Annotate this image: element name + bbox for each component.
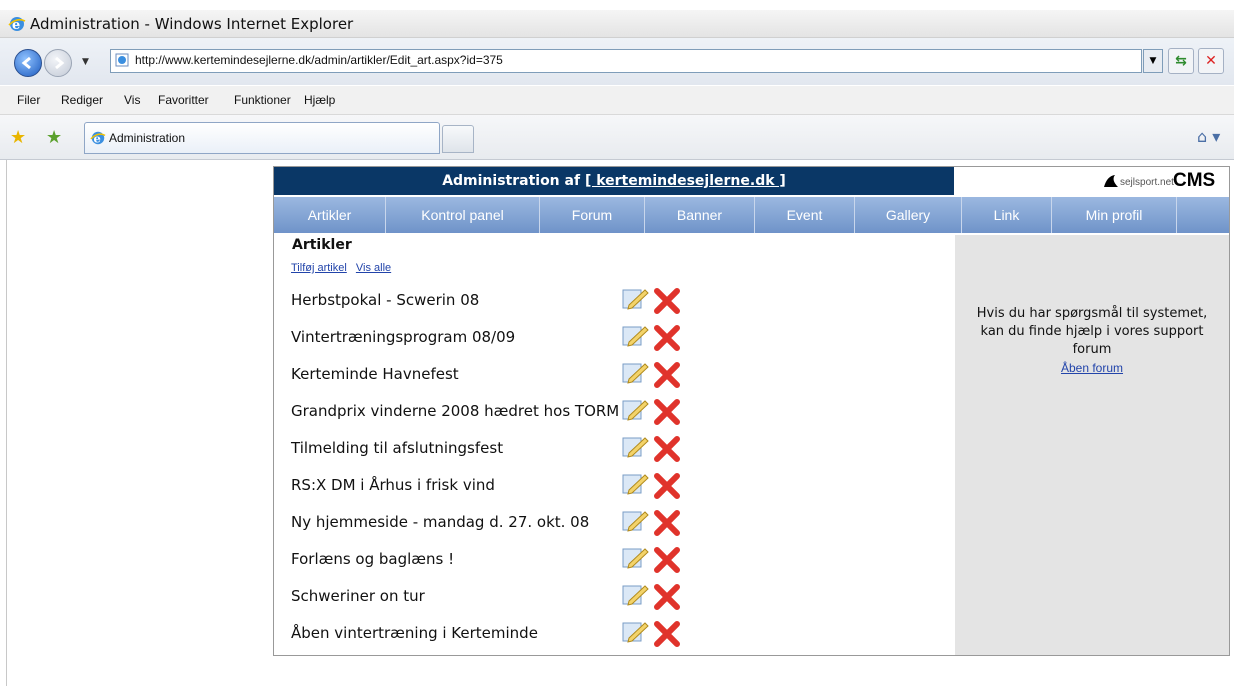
open-forum-link[interactable]: Åben forum xyxy=(955,359,1229,377)
recent-pages-dropdown-icon[interactable]: ▼ xyxy=(82,57,89,67)
article-title: RS:X DM i Århus i frisk vind xyxy=(291,476,495,494)
menu-favorites[interactable]: Favoritter xyxy=(158,93,209,107)
nav-artikler[interactable]: Artikler xyxy=(274,197,386,233)
article-row: RS:X DM i Århus i frisk vind xyxy=(291,466,711,502)
address-url: http://www.kertemindesejlerne.dk/admin/a… xyxy=(135,53,503,67)
menu-edit[interactable]: Rediger xyxy=(61,93,103,107)
article-row: Herbstpokal - Scwerin 08 xyxy=(291,281,711,317)
delete-icon[interactable] xyxy=(653,546,681,574)
forward-button[interactable] xyxy=(44,49,72,77)
article-title: Forlæns og baglæns ! xyxy=(291,550,455,568)
tab-administration[interactable]: e Administration xyxy=(84,122,440,154)
delete-icon[interactable] xyxy=(653,620,681,648)
cms-nav: Artikler Kontrol panel Forum Banner Even… xyxy=(274,197,1229,233)
menu-bar: Filer Rediger Vis Favoritter Funktioner … xyxy=(0,86,1234,115)
back-arrow-icon xyxy=(21,56,31,70)
help-box: Hvis du har spørgsmål til systemet, kan … xyxy=(955,305,1229,377)
article-row: Kerteminde Havnefest xyxy=(291,355,711,391)
article-row: Vintertræningsprogram 08/09 xyxy=(291,318,711,354)
tab-ie-icon: e xyxy=(90,131,106,145)
edit-icon[interactable] xyxy=(621,361,649,385)
delete-icon[interactable] xyxy=(653,287,681,315)
article-actions: Tilføj artikel Vis alle xyxy=(291,262,397,274)
cms-header: Administration af [ kertemindesejlerne.d… xyxy=(274,167,954,195)
section-title: Artikler xyxy=(292,237,352,253)
forward-arrow-icon xyxy=(55,56,65,70)
page-left-edge xyxy=(0,160,7,686)
tab-label: Administration xyxy=(109,131,186,145)
nav-gallery[interactable]: Gallery xyxy=(855,197,962,233)
delete-icon[interactable] xyxy=(653,324,681,352)
article-title: Vintertræningsprogram 08/09 xyxy=(291,328,516,346)
article-title: Schweriner on tur xyxy=(291,587,425,605)
edit-icon[interactable] xyxy=(621,472,649,496)
home-icon[interactable]: ⌂ ▾ xyxy=(1197,127,1220,146)
back-button[interactable] xyxy=(14,49,42,77)
delete-icon[interactable] xyxy=(653,509,681,537)
nav-kontrol-panel[interactable]: Kontrol panel xyxy=(386,197,540,233)
delete-icon[interactable] xyxy=(653,435,681,463)
window-title: Administration - Windows Internet Explor… xyxy=(30,15,354,33)
site-link[interactable]: [ kertemindesejlerne.dk ] xyxy=(585,173,786,189)
article-title: Ny hjemmeside - mandag d. 27. okt. 08 xyxy=(291,513,590,531)
edit-icon[interactable] xyxy=(621,620,649,644)
stop-button[interactable]: ✕ xyxy=(1198,48,1224,74)
delete-icon[interactable] xyxy=(653,398,681,426)
article-title: Tilmelding til afslutningsfest xyxy=(291,439,504,457)
cms-header-prefix: Administration af xyxy=(442,173,585,189)
article-row: Grandprix vinderne 2008 hædret hos TORM xyxy=(291,392,711,428)
address-field[interactable]: http://www.kertemindesejlerne.dk/admin/a… xyxy=(110,49,1142,73)
cms-brand: sejlsport.net CMS xyxy=(955,167,1229,195)
menu-file[interactable]: Filer xyxy=(17,93,40,107)
menu-help[interactable]: Hjælp xyxy=(304,93,335,107)
ie-logo-icon: e xyxy=(8,17,26,33)
refresh-button[interactable]: ⇆ xyxy=(1168,48,1194,74)
tab-bar: ★ ★ e Administration ⌂ ▾ xyxy=(0,115,1234,160)
edit-icon[interactable] xyxy=(621,509,649,533)
edit-icon[interactable] xyxy=(621,287,649,311)
nav-link[interactable]: Link xyxy=(962,197,1052,233)
address-toolbar: ▼ http://www.kertemindesejlerne.dk/admin… xyxy=(0,38,1234,85)
favorites-star-icon[interactable]: ★ xyxy=(10,127,26,148)
delete-icon[interactable] xyxy=(653,472,681,500)
brand-big: CMS xyxy=(1173,170,1216,191)
article-row: Forlæns og baglæns ! xyxy=(291,540,711,576)
shark-fin-logo-icon xyxy=(1104,175,1118,187)
menu-tools[interactable]: Funktioner xyxy=(234,93,291,107)
article-row: Schweriner on tur xyxy=(291,577,711,613)
add-favorite-icon[interactable]: ★ xyxy=(46,127,62,148)
help-text-line: kan du finde hjælp i vores support xyxy=(980,324,1204,339)
cms-panel: Administration af [ kertemindesejlerne.d… xyxy=(273,166,1230,656)
window-titlebar: e Administration - Windows Internet Expl… xyxy=(0,10,1234,38)
articles-section: Artikler Tilføj artikel Vis alle Herbstp… xyxy=(274,235,954,655)
nav-banner[interactable]: Banner xyxy=(645,197,755,233)
edit-icon[interactable] xyxy=(621,583,649,607)
brand-small: sejlsport.net xyxy=(1120,177,1174,188)
help-text-line: Hvis du har spørgsmål til systemet, xyxy=(976,306,1208,321)
edit-icon[interactable] xyxy=(621,546,649,570)
add-article-link[interactable]: Tilføj artikel xyxy=(291,262,347,274)
nav-event[interactable]: Event xyxy=(755,197,855,233)
delete-icon[interactable] xyxy=(653,583,681,611)
article-row: Tilmelding til afslutningsfest xyxy=(291,429,711,465)
article-title: Grandprix vinderne 2008 hædret hos TORM xyxy=(291,402,620,420)
menu-view[interactable]: Vis xyxy=(124,93,140,107)
article-title: Herbstpokal - Scwerin 08 xyxy=(291,291,480,309)
page-icon xyxy=(115,53,129,67)
help-text-line: forum xyxy=(1072,342,1112,357)
nav-forum[interactable]: Forum xyxy=(540,197,645,233)
delete-icon[interactable] xyxy=(653,361,681,389)
edit-icon[interactable] xyxy=(621,324,649,348)
show-all-link[interactable]: Vis alle xyxy=(356,262,391,274)
address-dropdown-button[interactable]: ▼ xyxy=(1143,49,1163,73)
help-sidebar: Hvis du har spørgsmål til systemet, kan … xyxy=(955,235,1229,655)
article-row: Ny hjemmeside - mandag d. 27. okt. 08 xyxy=(291,503,711,539)
article-row: Åben vintertræning i Kerteminde xyxy=(291,614,711,650)
article-title: Åben vintertræning i Kerteminde xyxy=(291,624,538,642)
edit-icon[interactable] xyxy=(621,435,649,459)
new-tab-button[interactable] xyxy=(442,125,474,153)
article-title: Kerteminde Havnefest xyxy=(291,365,459,383)
edit-icon[interactable] xyxy=(621,398,649,422)
nav-min-profil[interactable]: Min profil xyxy=(1052,197,1177,233)
